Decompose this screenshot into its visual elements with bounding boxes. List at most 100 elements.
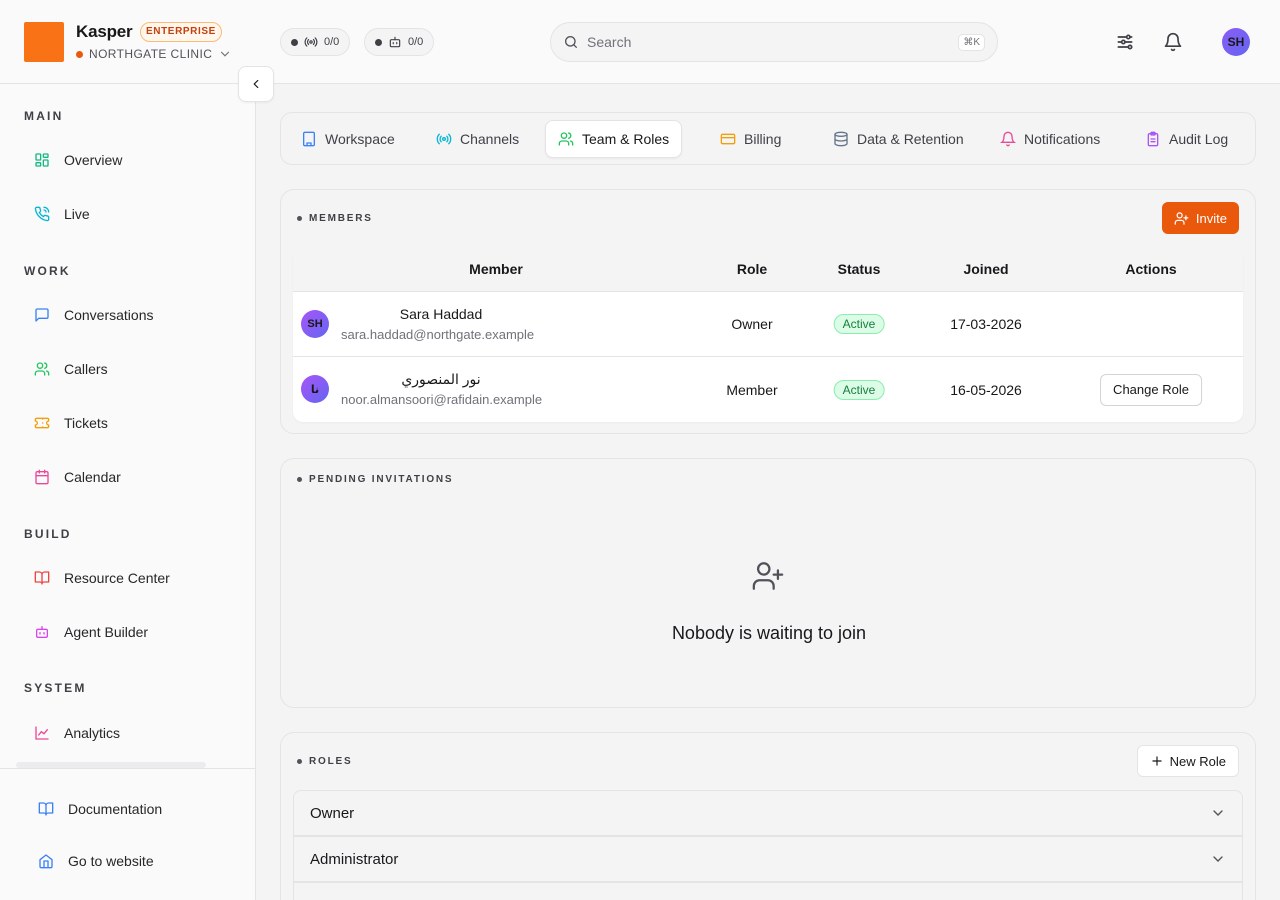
bell-icon[interactable] bbox=[1161, 30, 1185, 54]
section-title-work: WORK bbox=[24, 264, 71, 278]
settings-sliders-icon[interactable] bbox=[1113, 30, 1137, 54]
plus-icon bbox=[1150, 754, 1164, 768]
table-row: SH Sara Haddad sara.haddad@northgate.exa… bbox=[293, 292, 1243, 357]
book-open-icon bbox=[34, 570, 50, 586]
sidebar-item-conversations[interactable]: Conversations bbox=[24, 297, 232, 333]
user-plus-icon bbox=[751, 559, 785, 593]
sidebar-item-overview[interactable]: Overview bbox=[24, 142, 232, 178]
sidebar-item-label: Analytics bbox=[64, 725, 121, 741]
line-chart-icon bbox=[34, 725, 50, 741]
sidebar-item-tickets[interactable]: Tickets bbox=[24, 405, 232, 441]
home-icon bbox=[38, 853, 54, 869]
plan-badge: ENTERPRISE bbox=[140, 22, 222, 42]
role-row-administrator[interactable]: Administrator bbox=[293, 836, 1243, 882]
building-icon bbox=[301, 131, 317, 147]
role-row-next[interactable] bbox=[293, 882, 1243, 900]
sidebar-item-agent-builder[interactable]: Agent Builder bbox=[24, 614, 232, 650]
role-name: Owner bbox=[310, 804, 355, 822]
sidebar-item-label: Documentation bbox=[68, 801, 163, 817]
sidebar-item-documentation[interactable]: Documentation bbox=[28, 791, 236, 827]
search-input[interactable] bbox=[587, 34, 951, 50]
chat-icon bbox=[34, 307, 50, 323]
tab-notifications[interactable]: Notifications bbox=[988, 120, 1112, 158]
tab-data-retention[interactable]: Data & Retention bbox=[821, 120, 976, 158]
invite-label: Invite bbox=[1195, 210, 1227, 226]
sidebar-item-label: Calendar bbox=[64, 469, 121, 485]
org-name: NORTHGATE CLINIC bbox=[89, 47, 213, 61]
status-dot bbox=[291, 38, 298, 46]
broadcast-icon bbox=[436, 131, 452, 147]
grid-icon bbox=[34, 152, 50, 168]
sidebar-item-label: Callers bbox=[64, 361, 108, 377]
pending-invitations-card: PENDING INVITATIONS Nobody is waiting to… bbox=[280, 458, 1256, 708]
sidebar-item-calendar[interactable]: Calendar bbox=[24, 459, 232, 495]
members-table: Member Role Status Joined Actions SH Sar… bbox=[293, 246, 1243, 422]
col-status: Status bbox=[837, 260, 881, 277]
bot-icon bbox=[34, 624, 50, 640]
org-switcher[interactable]: NORTHGATE CLINIC bbox=[76, 47, 232, 61]
tab-channels[interactable]: Channels bbox=[424, 120, 531, 158]
tab-label: Billing bbox=[744, 131, 782, 147]
member-role: Member bbox=[726, 381, 778, 398]
user-plus-icon bbox=[1174, 211, 1189, 226]
invite-button[interactable]: Invite bbox=[1161, 202, 1239, 234]
sidebar-item-label: Resource Center bbox=[64, 570, 170, 586]
agents-status-pill[interactable]: 0/0 bbox=[364, 28, 435, 56]
sidebar-item-label: Agent Builder bbox=[64, 624, 149, 640]
tab-label: Notifications bbox=[1024, 131, 1101, 147]
members-card: MEMBERS Invite Member Role Status Joined… bbox=[280, 189, 1256, 434]
section-title-system: SYSTEM bbox=[24, 681, 87, 695]
sidebar-item-go-to-website[interactable]: Go to website bbox=[28, 843, 236, 879]
member-name: نور المنصوري bbox=[401, 371, 481, 387]
tab-billing[interactable]: Billing bbox=[708, 120, 793, 158]
book-icon bbox=[38, 801, 54, 817]
member-name: Sara Haddad bbox=[399, 306, 483, 322]
section-title-main: MAIN bbox=[24, 109, 64, 123]
col-member: Member bbox=[469, 260, 523, 277]
chevron-down-icon bbox=[218, 47, 232, 61]
invitations-title: PENDING INVITATIONS bbox=[297, 474, 453, 485]
member-email: noor.almansoori@rafidain.example bbox=[341, 392, 543, 407]
brand-name: Kasper bbox=[76, 22, 133, 41]
sidebar-item-callers[interactable]: Callers bbox=[24, 351, 232, 387]
brand-logo bbox=[24, 22, 64, 62]
role-row-owner[interactable]: Owner bbox=[293, 790, 1243, 836]
sidebar: MAIN Overview Live WORK Conversations Ca… bbox=[0, 84, 256, 900]
member-email: sara.haddad@northgate.example bbox=[341, 327, 535, 342]
collapse-sidebar-button[interactable] bbox=[238, 66, 274, 102]
sidebar-item-live[interactable]: Live bbox=[24, 196, 232, 232]
channels-status-pill[interactable]: 0/0 bbox=[280, 28, 351, 56]
chevron-down-icon bbox=[1210, 851, 1226, 867]
member-joined: 16-05-2026 bbox=[950, 381, 1022, 398]
sidebar-item-resource-center[interactable]: Resource Center bbox=[24, 560, 232, 596]
users-icon bbox=[34, 361, 50, 377]
tab-label: Data & Retention bbox=[857, 131, 964, 147]
sidebar-item-label: Overview bbox=[64, 152, 123, 168]
user-avatar[interactable]: SH bbox=[1222, 28, 1250, 56]
sidebar-item-label: Live bbox=[64, 206, 90, 222]
tab-workspace[interactable]: Workspace bbox=[289, 120, 407, 158]
new-role-label: New Role bbox=[1169, 753, 1226, 769]
sidebar-item-label: Conversations bbox=[64, 307, 154, 323]
col-joined: Joined bbox=[963, 260, 1009, 277]
new-role-button[interactable]: New Role bbox=[1136, 745, 1239, 777]
agents-count: 0/0 bbox=[408, 36, 424, 48]
change-role-button[interactable]: Change Role bbox=[1100, 373, 1202, 406]
status-badge: Active bbox=[833, 379, 885, 400]
search-icon bbox=[563, 34, 579, 50]
roles-title: ROLES bbox=[297, 756, 352, 767]
members-title: MEMBERS bbox=[297, 213, 373, 224]
sidebar-item-analytics[interactable]: Analytics bbox=[24, 715, 232, 751]
col-actions: Actions bbox=[1125, 260, 1177, 277]
bell-icon bbox=[1000, 131, 1016, 147]
member-avatar: نا bbox=[301, 375, 329, 403]
tab-label: Channels bbox=[460, 131, 520, 147]
section-title-build: BUILD bbox=[24, 527, 72, 541]
tab-team-roles[interactable]: Team & Roles bbox=[545, 120, 683, 158]
tab-label: Audit Log bbox=[1169, 131, 1229, 147]
search-shortcut: ⌘K bbox=[958, 33, 985, 51]
status-dot bbox=[375, 38, 382, 46]
member-role: Owner bbox=[731, 316, 773, 332]
tab-audit-log[interactable]: Audit Log bbox=[1133, 120, 1240, 158]
table-row: نا نور المنصوري noor.almansoori@rafidain… bbox=[293, 357, 1243, 422]
